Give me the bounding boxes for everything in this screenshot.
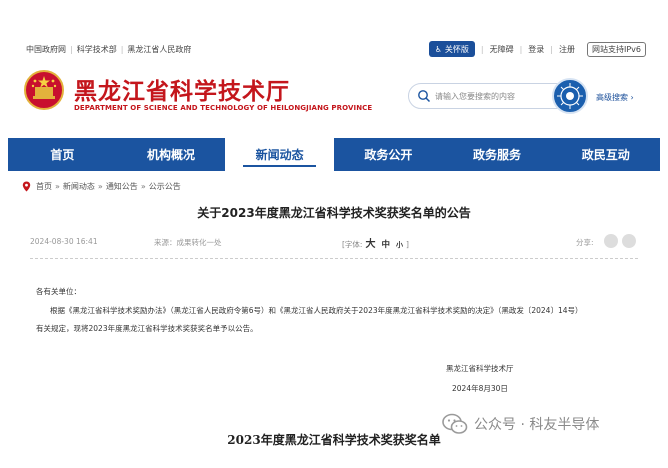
article-source: 来源：成果转化一处 — [154, 238, 222, 247]
nav-about[interactable]: 机构概况 — [117, 138, 226, 171]
accessibility-link[interactable]: 无障碍 — [490, 44, 514, 55]
user-icon: ♿ — [434, 44, 442, 54]
article-title: 关于2023年度黑龙江省科学技术奖获奖名单的公告 — [197, 206, 471, 220]
top-bar: 中国政府网 | 科学技术部 | 黑龙江省人民政府 ♿ 关怀版 | 无障碍 | 登录 | … — [0, 38, 668, 60]
main-nav: 首页 机构概况 新闻动态 政务公开 政务服务 政民互动 — [8, 138, 660, 171]
advanced-search-link[interactable]: 高级搜索 › — [596, 92, 634, 103]
nav-news[interactable]: 新闻动态 — [225, 138, 335, 171]
winners-list-title: 2023年度黑龙江省科学技术奖获奖名单 — [227, 433, 441, 447]
font-small-button[interactable]: 小 — [396, 241, 403, 249]
site-title: 黑龙江省科学技术厅 — [74, 78, 290, 105]
care-mode-label: 关怀版 — [444, 44, 469, 54]
login-link[interactable]: 登录 — [528, 44, 544, 55]
breadcrumb-news[interactable]: 新闻动态 — [63, 181, 95, 192]
search-icon — [418, 90, 431, 103]
link-most[interactable]: 科学技术部 — [77, 45, 117, 54]
search-submit-button[interactable] — [552, 78, 588, 114]
site-title-en: DEPARTMENT OF SCIENCE AND TECHNOLOGY OF … — [74, 104, 373, 112]
breadcrumb: 首页» 新闻动态» 通知公告» 公示公告 — [22, 181, 181, 192]
signature-date: 2024年8月30日 — [452, 384, 508, 393]
publish-date: 2024-08-30 16:41 — [30, 237, 98, 246]
location-pin-icon — [22, 181, 31, 192]
nav-home[interactable]: 首页 — [8, 138, 117, 171]
body-paragraph-line1: 根据《黑龙江省科学技术奖励办法》（黑龙江省人民政府令第6号）和《黑龙江省人民政府… — [50, 306, 583, 315]
signature: 黑龙江省科学技术厅 — [446, 364, 514, 373]
nav-interaction[interactable]: 政民互动 — [551, 138, 660, 171]
link-province[interactable]: 黑龙江省人民政府 — [127, 45, 191, 54]
article-meta: 2024-08-30 16:41 来源：成果转化一处 [字体: 大中小] 分享: — [30, 234, 638, 250]
body-paragraph-line2: 有关规定，现将2023年度黑龙江省科学技术奖获奖名单予以公告。 — [36, 324, 258, 333]
register-link[interactable]: 注册 — [559, 44, 575, 55]
ipv6-badge: 网站支持IPv6 — [586, 41, 646, 57]
font-medium-button[interactable]: 中 — [381, 240, 390, 250]
top-right-links: ♿ 关怀版 | 无障碍 | 登录 | 注册 网站支持IPv6 — [428, 41, 646, 57]
nav-gov-affairs[interactable]: 政务公开 — [334, 138, 443, 171]
share-wechat-icon[interactable] — [604, 234, 618, 248]
font-size-control: [字体: 大中小] — [342, 239, 409, 250]
breadcrumb-notices[interactable]: 通知公告 — [106, 181, 138, 192]
share-weibo-icon[interactable] — [622, 234, 636, 248]
national-emblem-icon — [24, 70, 64, 110]
top-links: 中国政府网 | 科学技术部 | 黑龙江省人民政府 — [26, 45, 192, 54]
link-gov[interactable]: 中国政府网 — [26, 45, 66, 54]
breadcrumb-announcements[interactable]: 公示公告 — [149, 181, 181, 192]
breadcrumb-home[interactable]: 首页 — [36, 181, 52, 192]
font-large-button[interactable]: 大 — [365, 239, 375, 250]
care-mode-button[interactable]: ♿ 关怀版 — [428, 41, 475, 57]
nav-services[interactable]: 政务服务 — [443, 138, 552, 171]
share-label: 分享: — [576, 238, 594, 247]
meta-divider — [30, 258, 638, 259]
search-emblem-icon — [557, 83, 583, 109]
salutation: 各有关单位： — [36, 287, 81, 296]
search-placeholder: 请输入您要搜索的内容 — [435, 92, 515, 101]
site-header: 黑龙江省科学技术厅 DEPARTMENT OF SCIENCE AND TECH… — [0, 60, 668, 138]
